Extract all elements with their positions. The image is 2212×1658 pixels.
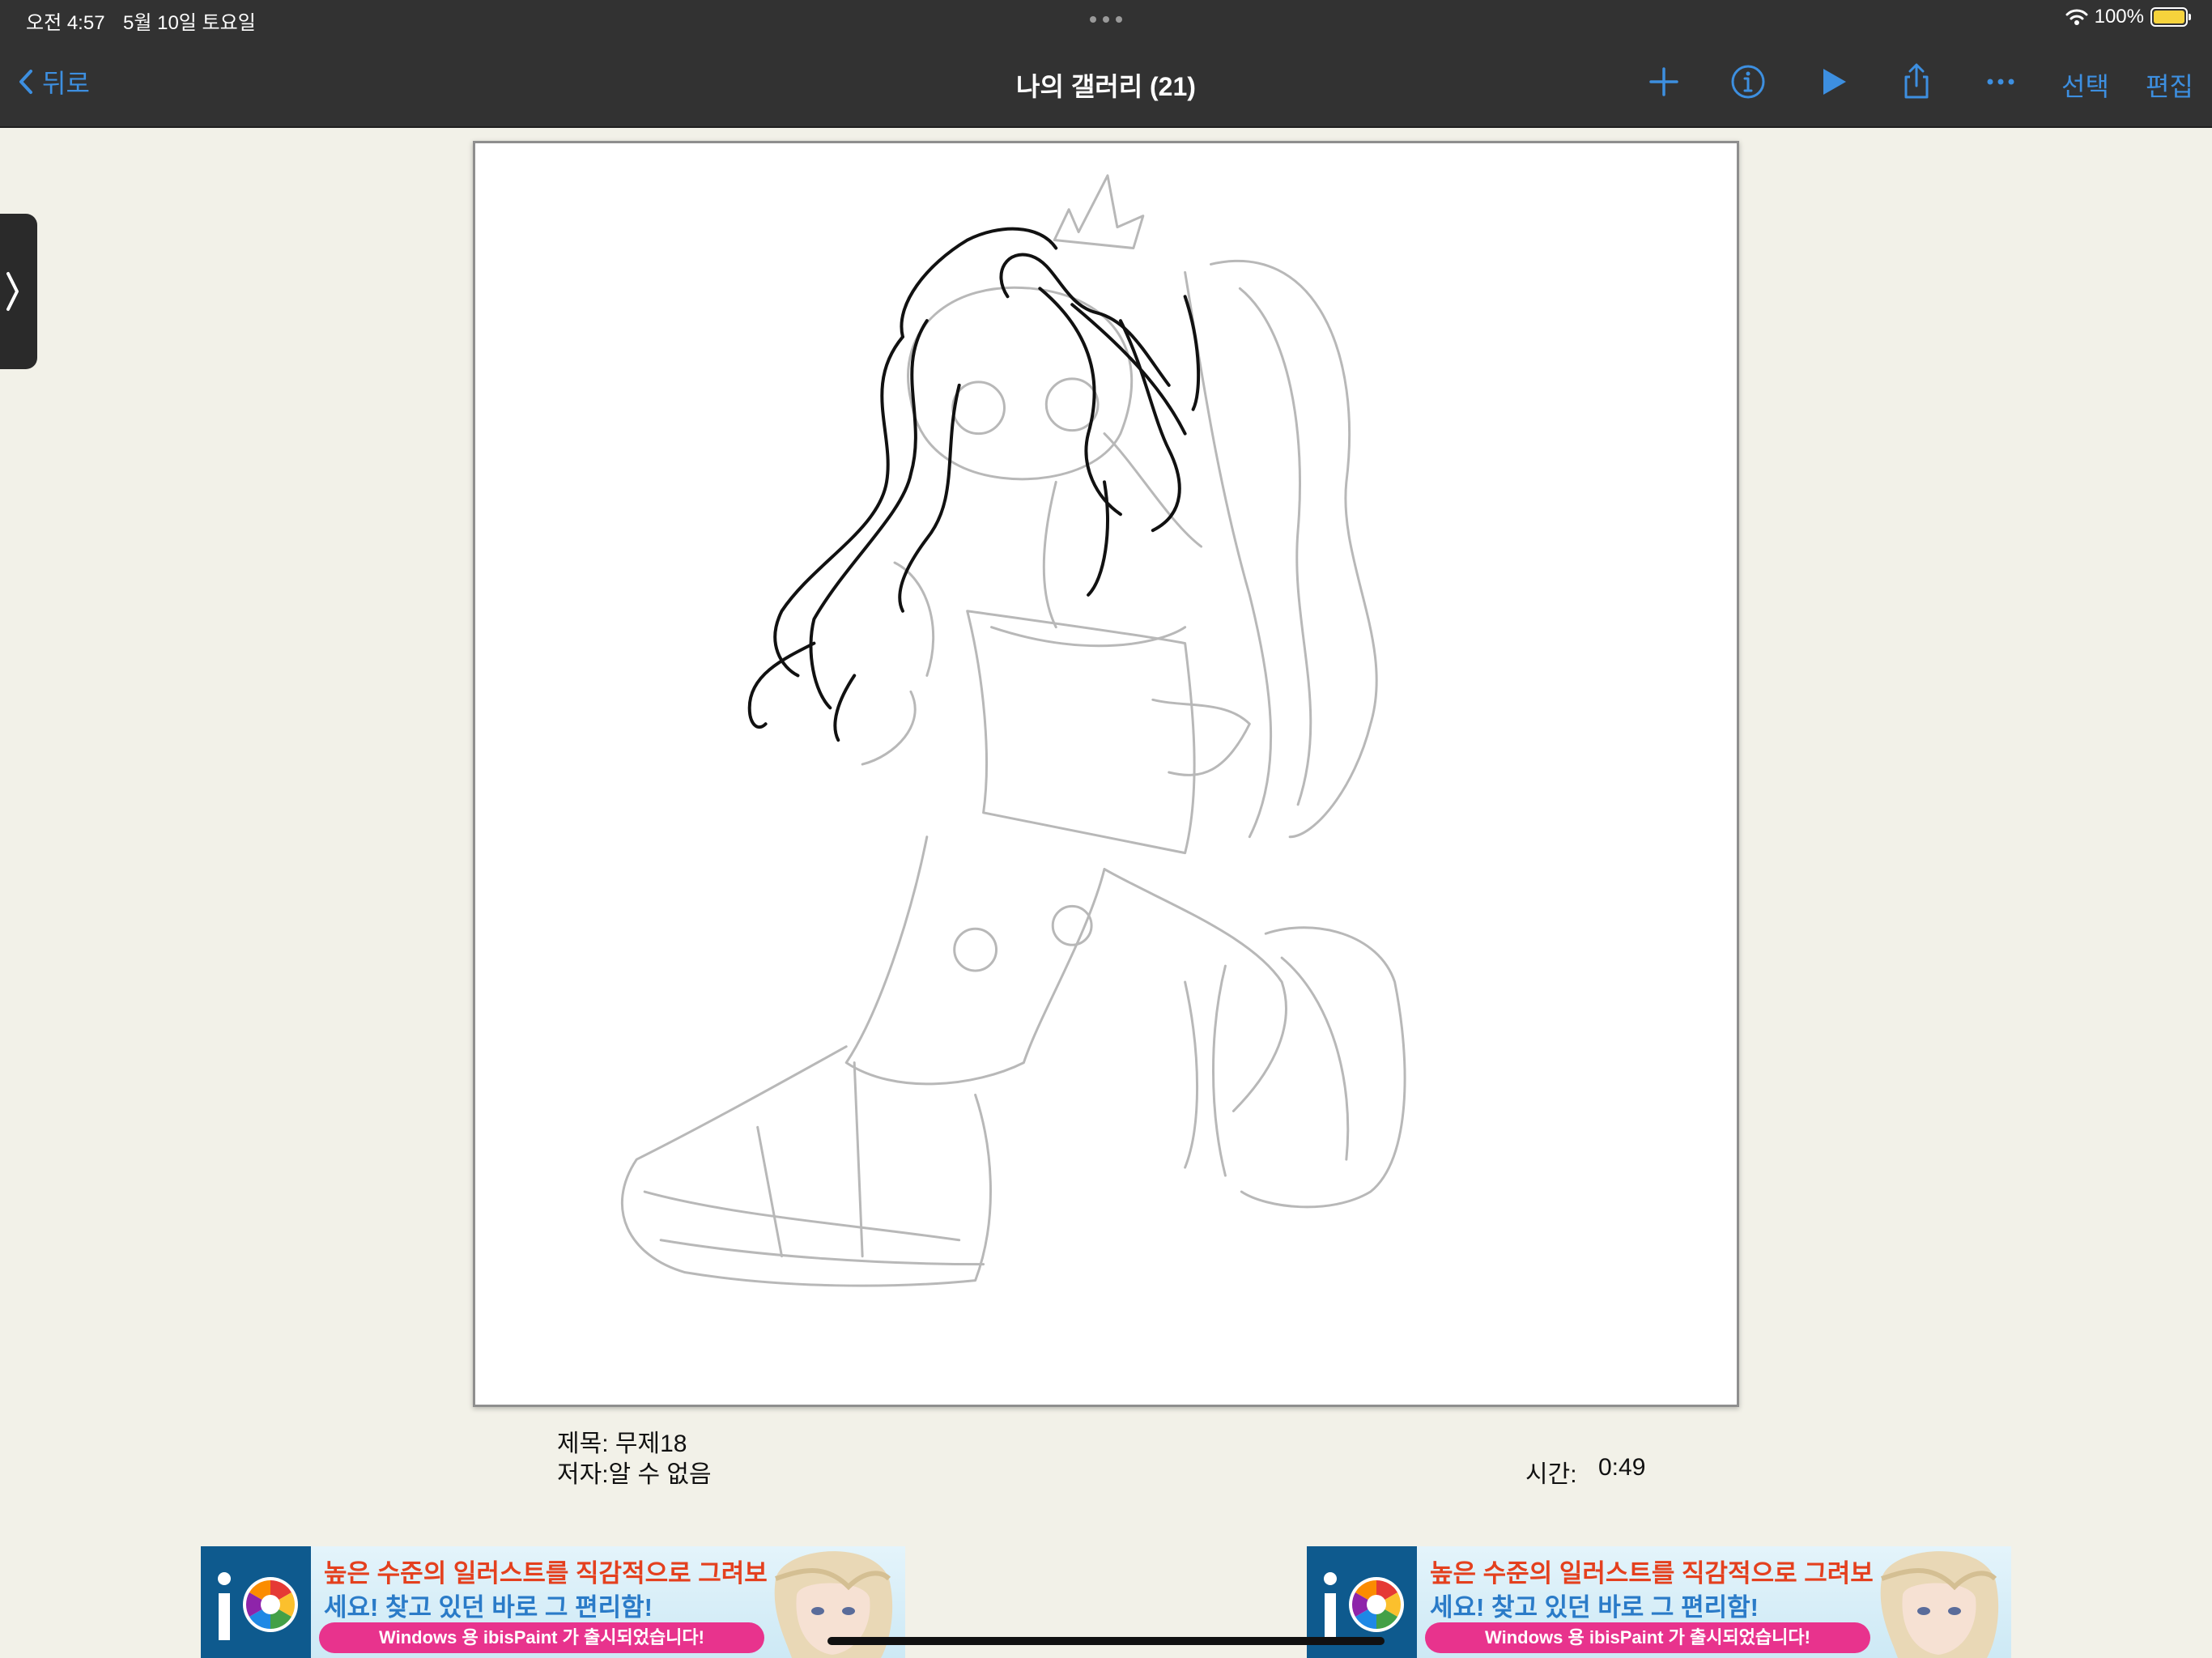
info-icon[interactable]	[1728, 62, 1768, 102]
sketch-image	[621, 174, 1406, 1287]
multitasking-dots-icon[interactable]	[1090, 16, 1122, 23]
play-icon[interactable]	[1814, 62, 1854, 102]
edit-button[interactable]: 편집	[2146, 66, 2193, 104]
ad-banner-left[interactable]: 높은 수준의 일러스트를 직감적으로 그려보 세요! 찾고 있던 바로 그 편리…	[201, 1546, 905, 1658]
status-time: 오전 4:57	[26, 12, 105, 34]
more-icon[interactable]	[1980, 62, 2021, 102]
ad-headline: 높은 수준의 일러스트를 직감적으로 그려보	[1430, 1559, 1874, 1588]
status-date: 5월 10일 토요일	[123, 12, 256, 34]
ad-subline: 세요! 찾고 있던 바로 그 편리함!	[1430, 1593, 1759, 1622]
battery-charging-icon	[2150, 7, 2191, 27]
ink-line-layer	[747, 227, 1201, 742]
time-label: 시간:	[1525, 1461, 1577, 1488]
home-indicator[interactable]	[827, 1637, 1385, 1645]
ad-subline: 세요! 찾고 있던 바로 그 편리함!	[324, 1593, 653, 1622]
share-icon[interactable]	[1896, 62, 1937, 102]
ad-character-image	[1880, 1551, 1999, 1658]
ibispaint-logo-icon	[201, 1546, 311, 1658]
ad-headline: 높은 수준의 일러스트를 직감적으로 그려보	[324, 1559, 768, 1588]
battery-percent: 100%	[2094, 6, 2144, 28]
artwork-preview[interactable]	[473, 141, 1739, 1407]
artwork-author: 저자:알 수 없음	[557, 1461, 712, 1488]
ad-cta: Windows 용 ibisPaint 가 출시되었습니다!	[319, 1622, 764, 1653]
page-title: 나의 갤러리 (21)	[1016, 72, 1196, 101]
wifi-icon	[2065, 9, 2088, 25]
ad-banner-right[interactable]: 높은 수준의 일러스트를 직감적으로 그려보 세요! 찾고 있던 바로 그 편리…	[1307, 1546, 2011, 1658]
side-panel-handle[interactable]	[0, 214, 37, 369]
status-bar: 오전 4:57 5월 10일 토요일 100%	[0, 0, 2212, 37]
chevron-right-icon	[6, 272, 19, 311]
plus-icon[interactable]	[1644, 62, 1684, 102]
navigation-bar: 뒤로 나의 갤러리 (21) 선택 편집	[0, 37, 2212, 128]
time-value: 0:49	[1598, 1454, 1646, 1481]
pencil-sketch-layer	[621, 174, 1406, 1287]
ad-cta: Windows 용 ibisPaint 가 출시되었습니다!	[1425, 1622, 1870, 1653]
select-button[interactable]: 선택	[2061, 66, 2109, 104]
